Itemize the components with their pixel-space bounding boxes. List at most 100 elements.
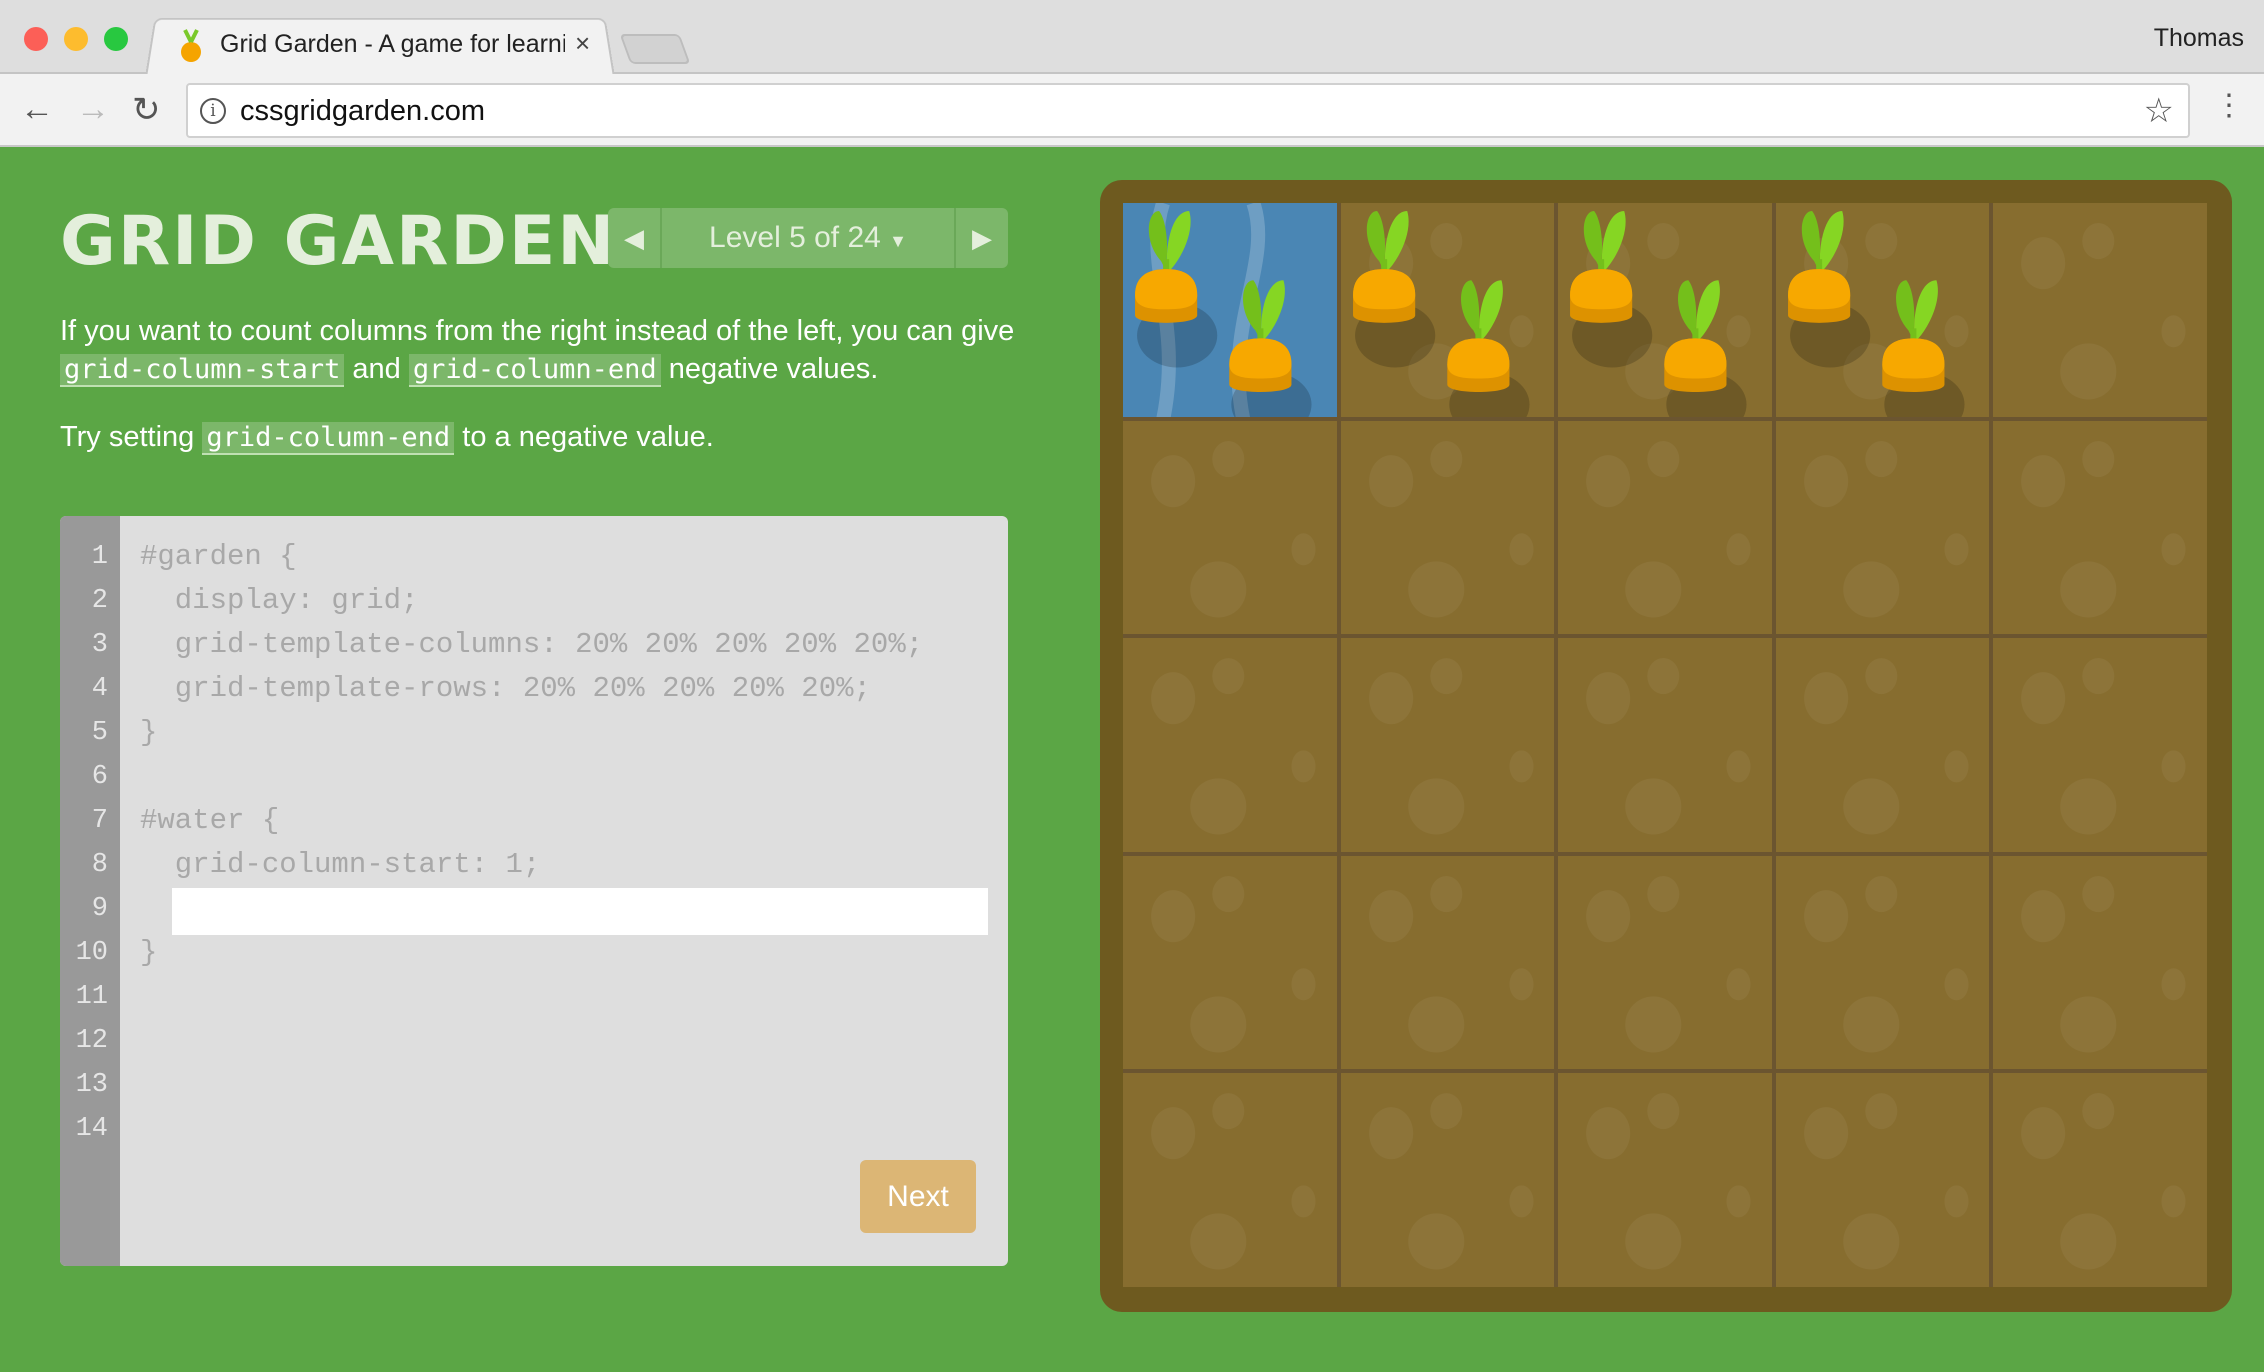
carrot-icon — [1570, 211, 1751, 417]
back-icon[interactable]: ← — [20, 90, 54, 129]
next-level-button[interactable]: ▶ — [954, 208, 1008, 268]
code-line: } — [140, 936, 158, 969]
info-icon[interactable]: i — [200, 98, 226, 124]
instructions-paragraph: If you want to count columns from the ri… — [60, 312, 1020, 389]
text: and — [344, 353, 409, 385]
line-number: 1 — [91, 542, 108, 572]
line-number: 12 — [75, 1026, 108, 1056]
tab-close-icon[interactable]: × — [575, 28, 590, 59]
soil-cell — [1558, 203, 1772, 417]
soil-cell — [1123, 855, 1337, 1070]
line-number: 5 — [91, 718, 108, 748]
soil-cell — [1775, 420, 1990, 635]
soil-cell — [1558, 1073, 1772, 1287]
line-number: 3 — [91, 630, 108, 660]
carrot-icon — [1352, 211, 1534, 417]
reload-icon[interactable]: ↻ — [132, 90, 161, 130]
soil-texture — [2021, 1093, 2186, 1270]
garden-grid — [1123, 203, 2207, 1287]
level-selector[interactable]: Level 5 of 24 ▼ — [662, 208, 954, 268]
soil-texture — [1803, 440, 1969, 618]
soil-cell — [1340, 1073, 1555, 1287]
soil-texture — [2021, 223, 2186, 400]
address-bar[interactable]: i cssgridgarden.com ☆ — [186, 83, 2190, 138]
code-line: #water { — [140, 804, 280, 837]
code-line: grid-template-columns: 20% 20% 20% 20% 2… — [140, 628, 924, 661]
soil-texture — [1151, 1093, 1316, 1270]
soil-texture — [1803, 1093, 1969, 1270]
line-number: 9 — [91, 894, 108, 924]
soil-texture — [1368, 875, 1534, 1053]
minimize-window-button[interactable] — [64, 27, 88, 51]
profile-name[interactable]: Thomas — [2154, 24, 2244, 53]
chevron-down-icon: ▼ — [889, 231, 907, 251]
code-line: grid-template-rows: 20% 20% 20% 20% 20%; — [140, 672, 871, 705]
soil-cell — [1993, 638, 2207, 852]
task-paragraph: Try setting grid-column-end to a negativ… — [60, 418, 714, 457]
code-editor: Next 1 2 3 4 5 6 7 8 9 10 11 12 13 14 #garden { displa… — [60, 516, 1008, 1266]
line-number: 2 — [91, 586, 108, 616]
soil-texture — [2021, 658, 2186, 835]
tab-bar: Grid Garden - A game for learning CSS gr… — [0, 0, 2264, 76]
soil-cell — [1993, 203, 2207, 417]
carrot-icon — [1135, 203, 1312, 417]
line-number: 10 — [75, 938, 108, 968]
soil-texture — [2021, 440, 2186, 618]
code-line: } — [140, 716, 158, 749]
previous-level-button[interactable]: ◀ — [608, 208, 662, 268]
soil-texture — [1586, 658, 1751, 835]
forward-icon[interactable]: → — [76, 90, 110, 129]
code-line: grid-column-start: 1; — [140, 848, 541, 881]
text: negative values. — [660, 353, 879, 385]
soil-cell — [1775, 1073, 1990, 1287]
line-number: 13 — [75, 1070, 108, 1100]
soil-cell — [1340, 203, 1555, 417]
css-answer-input[interactable] — [172, 888, 988, 935]
tab-title: Grid Garden - A game for learning CSS gr… — [220, 30, 565, 58]
soil-cell — [1775, 203, 1990, 417]
level-navigation: ◀ Level 5 of 24 ▼ ▶ — [608, 208, 1008, 268]
soil-cell — [1993, 420, 2207, 635]
soil-texture — [1803, 658, 1969, 835]
soil-cell — [1993, 855, 2207, 1070]
water-cell — [1123, 203, 1337, 417]
soil-cell — [1775, 855, 1990, 1070]
soil-cell — [1340, 638, 1555, 852]
text: to a negative value. — [454, 421, 714, 453]
soil-cell — [1993, 1073, 2207, 1287]
text: If you want to count columns from the ri… — [60, 315, 1015, 347]
code-line: #garden { — [140, 540, 297, 573]
page-title: GRID GARDEN — [60, 202, 617, 281]
soil-texture — [1586, 440, 1751, 618]
menu-icon[interactable]: ⋮ — [2214, 88, 2244, 123]
line-number: 14 — [75, 1114, 108, 1144]
code-line: display: grid; — [140, 584, 419, 617]
soil-texture — [1368, 658, 1534, 835]
url-text[interactable]: cssgridgarden.com — [240, 95, 485, 128]
soil-cell — [1123, 420, 1337, 635]
soil-texture — [1368, 1093, 1534, 1270]
soil-texture — [1151, 875, 1316, 1053]
soil-cell — [1123, 1073, 1337, 1287]
soil-cell — [1123, 638, 1337, 852]
maximize-window-button[interactable] — [104, 27, 128, 51]
soil-texture — [1151, 440, 1316, 618]
code-term: grid-column-start — [60, 354, 345, 387]
soil-cell — [1558, 855, 1772, 1070]
line-number: 7 — [91, 806, 108, 836]
next-button[interactable]: Next — [860, 1160, 976, 1233]
soil-texture — [1368, 440, 1534, 618]
browser-toolbar: ← → ↻ i cssgridgarden.com ☆ ⋮ — [0, 74, 2264, 147]
soil-texture — [1586, 875, 1751, 1053]
bookmark-star-icon[interactable]: ☆ — [2144, 91, 2174, 131]
soil-cell — [1558, 638, 1772, 852]
soil-texture — [1803, 875, 1969, 1053]
soil-texture — [2021, 875, 2186, 1053]
soil-cell — [1340, 855, 1555, 1070]
carrot-icon — [1787, 211, 1969, 417]
new-tab-button[interactable] — [619, 34, 691, 64]
text: Try setting — [60, 421, 203, 453]
line-number: 6 — [91, 762, 108, 792]
close-window-button[interactable] — [24, 27, 48, 51]
soil-cell — [1558, 420, 1772, 635]
